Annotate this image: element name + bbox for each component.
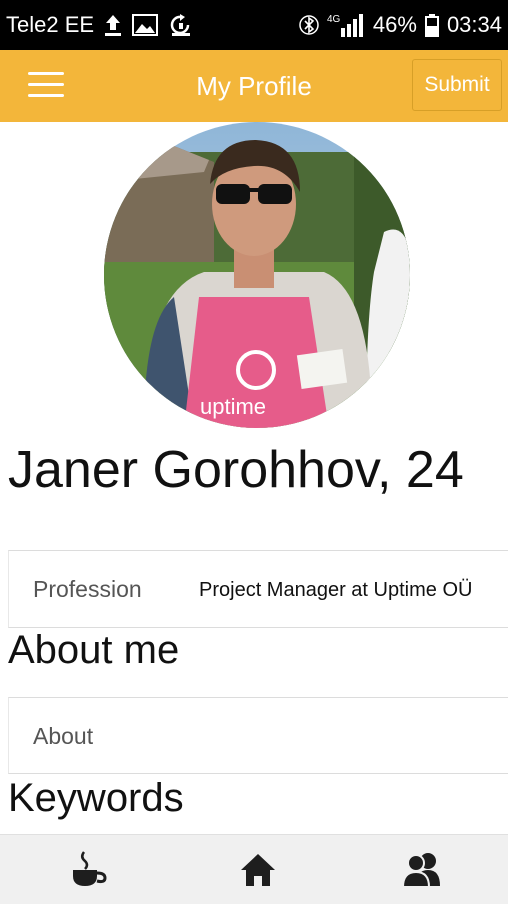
sync-icon [168,13,194,37]
submit-button[interactable]: Submit [412,59,502,111]
image-icon [132,14,159,36]
profession-label: Profession [33,576,142,602]
nav-coffee-button[interactable] [38,835,138,905]
clock: 03:34 [446,12,502,37]
about-field[interactable]: About [8,697,508,774]
menu-icon [28,72,64,75]
signal-icon: 4G [327,12,365,38]
network-type: 4G [327,14,341,25]
profession-field[interactable]: Profession Project Manager at Uptime OÜ [8,550,508,628]
bluetooth-icon [299,13,319,37]
home-icon [241,854,275,886]
contacts-icon [401,853,440,888]
coffee-icon [73,851,107,886]
menu-button[interactable] [28,72,64,100]
nav-contacts-button[interactable] [372,835,472,905]
battery-icon [424,13,439,37]
profession-value: Project Manager at Uptime OÜ [199,579,473,601]
svg-text:uptime: uptime [200,394,266,419]
keywords-heading: Keywords [8,776,184,820]
profile-photo[interactable]: uptime [104,122,410,428]
battery-percent: 46% [372,12,417,37]
nav-home-button[interactable] [208,835,308,905]
bottom-nav [0,834,508,904]
about-placeholder: About [33,723,94,749]
profile-name: Janer Gorohhov, 24 [8,441,464,499]
upload-icon [104,13,122,37]
status-bar: Tele2 EE 4G 46% 03:34 [0,0,508,50]
carrier-name: Tele2 EE [6,12,95,37]
about-heading: About me [8,628,180,672]
app-bar: My Profile Submit [0,50,508,122]
avatar-image: uptime [104,122,410,428]
